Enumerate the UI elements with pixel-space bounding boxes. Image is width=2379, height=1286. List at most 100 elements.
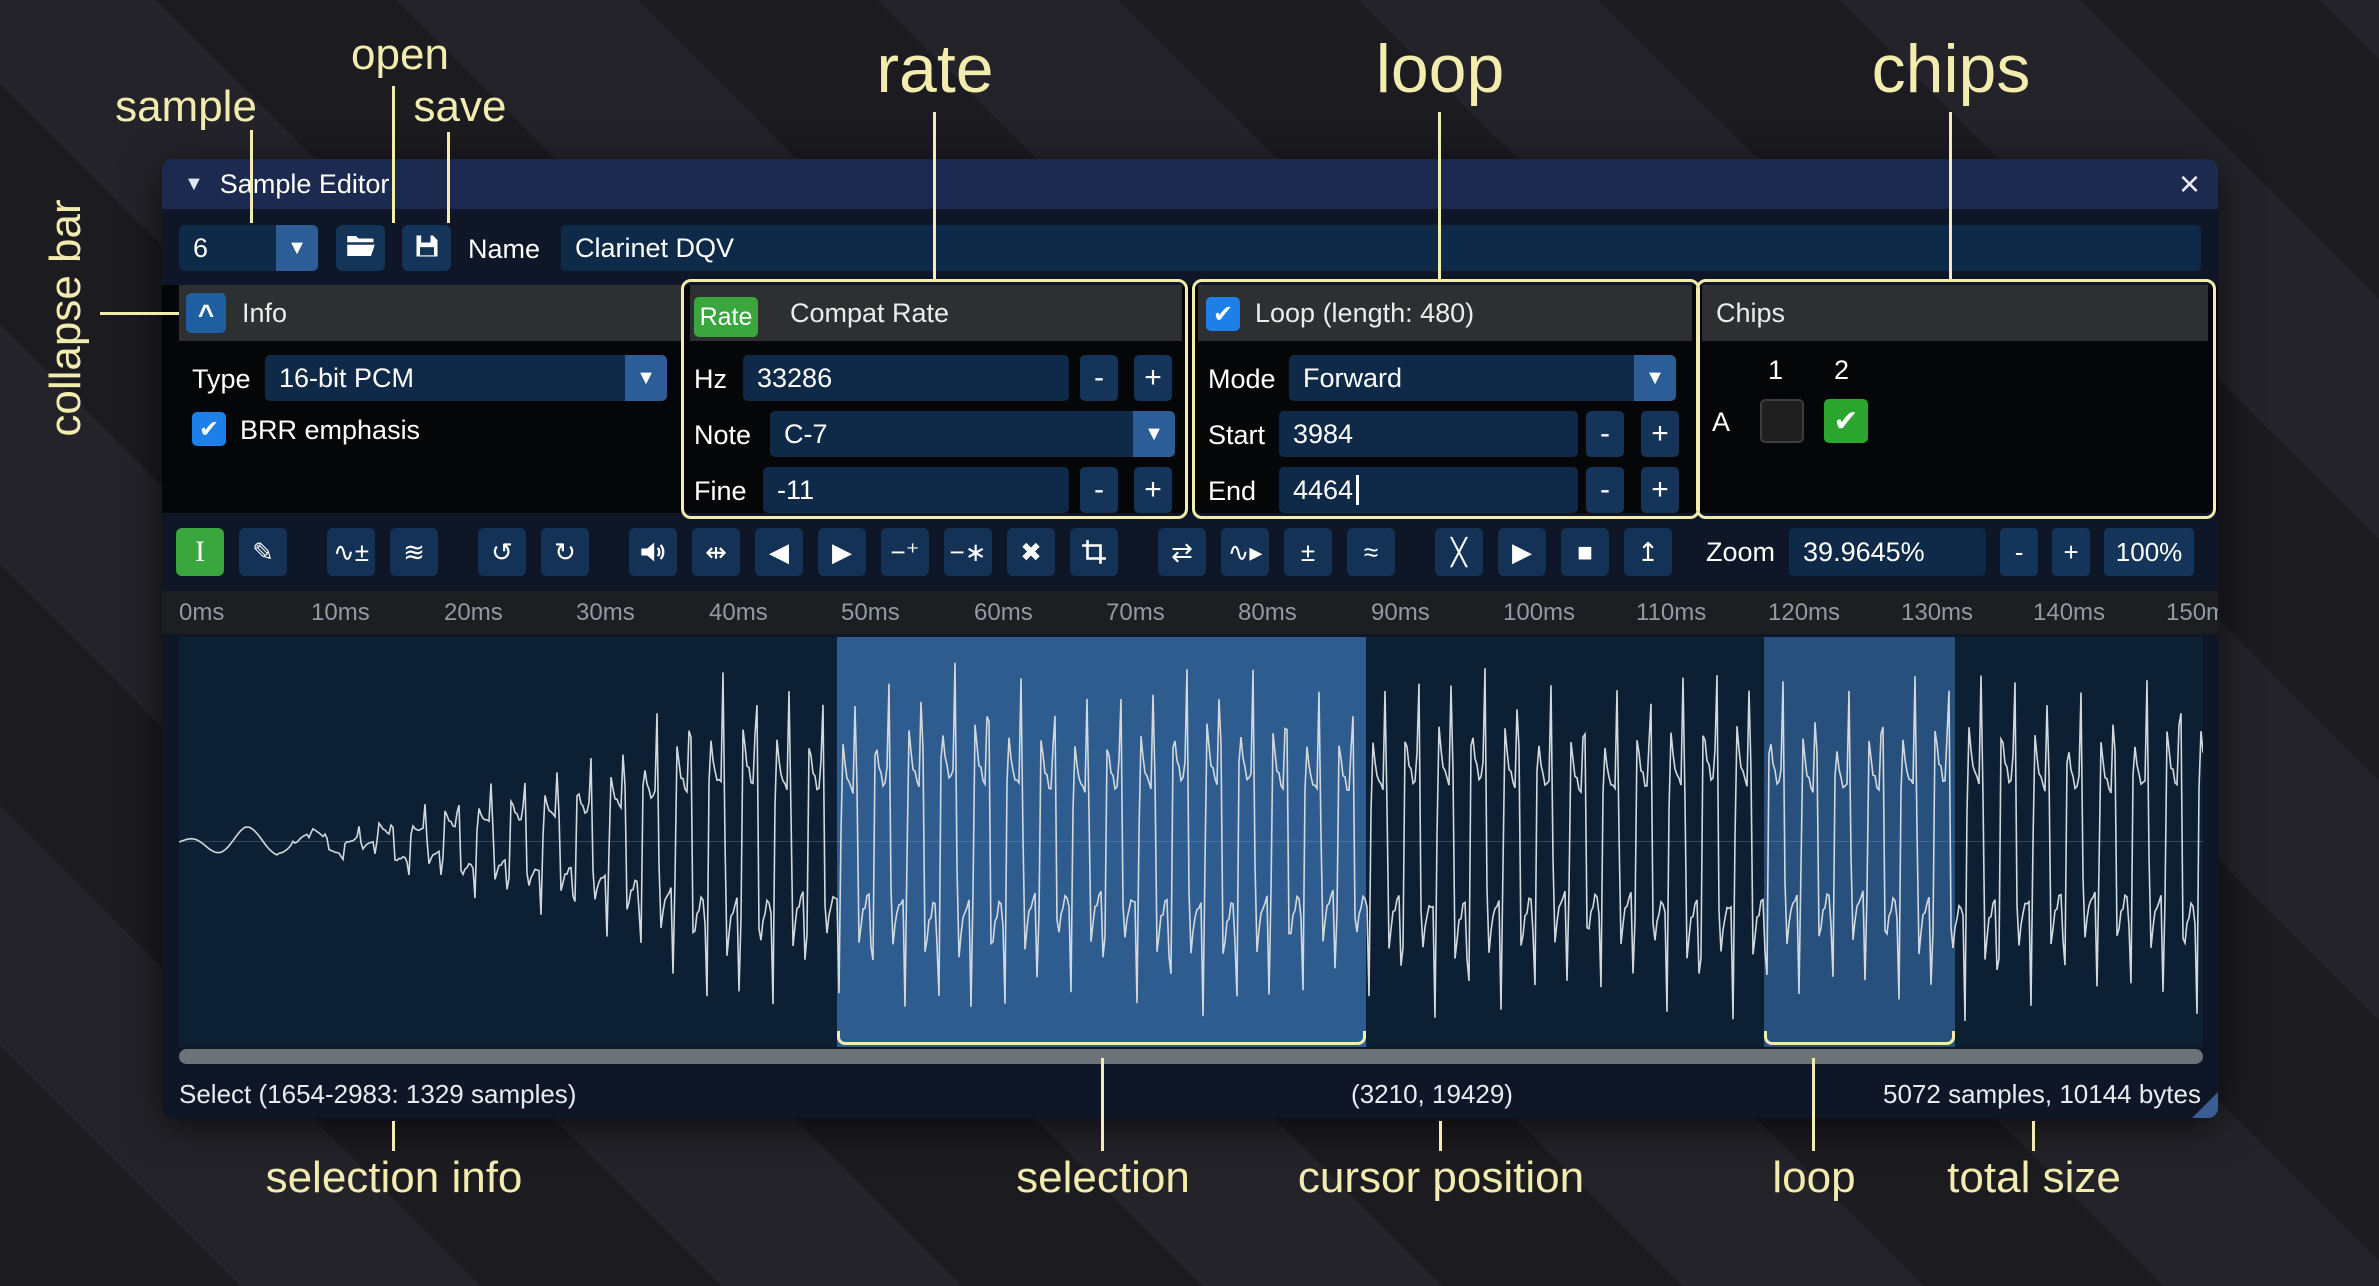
annotation-chips: chips (1801, 30, 2101, 108)
delete-icon[interactable]: ✖ (1007, 528, 1055, 576)
save-button[interactable] (402, 225, 451, 271)
resample-icon[interactable]: ∿± (327, 528, 375, 576)
resize-grip[interactable] (2192, 1092, 2218, 1118)
name-input-value: Clarinet DQV (575, 233, 734, 264)
edit-cursor-icon[interactable]: I (176, 528, 224, 576)
upload-icon[interactable]: ↥ (1624, 528, 1672, 576)
zoom-label: Zoom (1706, 537, 1775, 568)
timeline-label: 10ms (311, 599, 370, 627)
info-panel-header: Info (179, 285, 682, 341)
annotation-line-selection-info (392, 1121, 395, 1151)
timeline-label: 80ms (1238, 599, 1297, 627)
annotation-line-open (392, 86, 395, 223)
sample-select-arrow-icon[interactable]: ▼ (276, 225, 318, 271)
zoom-input[interactable]: 39.9645% (1789, 528, 1986, 576)
resize-icon[interactable]: ⇹ (692, 528, 740, 576)
selection-info-text: Select (1654-2983: 1329 samples) (179, 1079, 576, 1110)
loop-annotation-bracket (1764, 1031, 1955, 1045)
annotation-line-save (447, 132, 450, 223)
sample-select[interactable]: 6 ▼ (179, 225, 318, 271)
info-panel-title: Info (242, 298, 287, 329)
annotation-total-size: total size (1884, 1153, 2184, 1203)
zoom-reset-button[interactable]: 100% (2104, 528, 2194, 576)
zoom-out-button[interactable]: - (2000, 528, 2038, 576)
annotation-collapse-bar: collapse bar (41, 199, 91, 436)
crossfade-icon[interactable]: ╳ (1435, 528, 1483, 576)
loop-panel-outline (1192, 279, 1700, 519)
sign-flip-icon[interactable]: ± (1284, 528, 1332, 576)
timeline-label: 70ms (1106, 599, 1165, 627)
timeline-label: 150ms (2166, 599, 2218, 627)
type-label: Type (192, 364, 251, 395)
timeline-label: 140ms (2033, 599, 2105, 627)
amplify-icon[interactable] (629, 528, 677, 576)
annotation-selection: selection (953, 1153, 1253, 1203)
annotation-line-loop (1438, 112, 1441, 279)
timeline-label: 30ms (576, 599, 635, 627)
insert-silence-icon[interactable]: −⁺ (881, 528, 929, 576)
timeline-label: 60ms (974, 599, 1033, 627)
type-select-arrow-icon[interactable]: ▼ (625, 355, 667, 401)
reverse-icon[interactable]: ⇄ (1158, 528, 1206, 576)
waveform-view[interactable] (179, 637, 2203, 1047)
annotation-line-chips (1949, 112, 1952, 279)
rate-panel-outline (681, 279, 1188, 519)
timeline-label: 50ms (841, 599, 900, 627)
timeline-label: 40ms (709, 599, 768, 627)
fade-in-icon[interactable]: ◀ (755, 528, 803, 576)
annotation-rate: rate (785, 30, 1085, 108)
brr-emphasis-checkbox[interactable]: ✔ (192, 412, 226, 446)
zoom-controls: Zoom 39.9645% - + 100% (1706, 528, 2194, 576)
timeline-label: 90ms (1371, 599, 1430, 627)
zoom-value: 39.9645% (1803, 537, 1925, 568)
annotation-line-collapse-bar (100, 312, 179, 315)
annotation-line-total-size (2032, 1121, 2035, 1151)
annotation-selection-info: selection info (244, 1153, 544, 1203)
timeline-label: 130ms (1901, 599, 1973, 627)
open-folder-icon (346, 233, 376, 264)
annotation-line-selection (1101, 1058, 1104, 1151)
trim-icon[interactable] (1070, 528, 1118, 576)
invert-icon[interactable]: ∿▸ (1221, 528, 1269, 576)
annotation-sample: sample (66, 82, 306, 132)
timeline-label: 20ms (444, 599, 503, 627)
stop-preview-icon[interactable]: ■ (1561, 528, 1609, 576)
preview-icon[interactable]: ▶ (1498, 528, 1546, 576)
annotation-line-sample (250, 130, 253, 223)
selection-annotation-bracket (837, 1031, 1366, 1045)
cursor-position-text: (3210, 19429) (1351, 1079, 1513, 1110)
annotation-line-rate (933, 112, 936, 279)
annotation-loop: loop (1290, 30, 1590, 108)
waveform-scrollbar[interactable] (179, 1049, 2203, 1064)
titlebar[interactable]: ▼ Sample Editor × (162, 159, 2218, 209)
zoom-in-button[interactable]: + (2052, 528, 2090, 576)
timeline-label: 100ms (1503, 599, 1575, 627)
fade-out-icon[interactable]: ▶ (818, 528, 866, 576)
window-title: Sample Editor (220, 169, 390, 200)
waveform-plot (179, 637, 2203, 1047)
brr-emphasis-label: BRR emphasis (240, 415, 420, 446)
sample-select-value: 6 (193, 233, 208, 264)
filter-icon[interactable]: ≈ (1347, 528, 1395, 576)
annotation-save: save (360, 82, 560, 132)
timeline-ruler[interactable]: 0ms 10ms 20ms 30ms 40ms 50ms 60ms 70ms 8… (162, 591, 2218, 634)
wavetable-icon[interactable]: ≋ (390, 528, 438, 576)
type-select[interactable]: 16-bit PCM ▼ (265, 355, 667, 401)
undo-icon[interactable]: ↺ (478, 528, 526, 576)
info-collapse-button[interactable]: ^ (186, 293, 226, 333)
annotation-cursor-position: cursor position (1291, 1153, 1591, 1203)
redo-icon[interactable]: ↻ (541, 528, 589, 576)
total-size-text: 5072 samples, 10144 bytes (1883, 1079, 2201, 1110)
name-label: Name (468, 234, 540, 265)
apply-silence-icon[interactable]: −∗ (944, 528, 992, 576)
open-button[interactable] (336, 225, 385, 271)
timeline-label: 110ms (1636, 599, 1706, 627)
draw-icon[interactable]: ✎ (239, 528, 287, 576)
annotation-line-cursor-position (1439, 1121, 1442, 1151)
type-select-value: 16-bit PCM (279, 363, 414, 394)
annotation-line-loop-bottom (1812, 1058, 1815, 1151)
window-collapse-icon[interactable]: ▼ (184, 173, 204, 196)
close-icon[interactable]: × (2179, 167, 2200, 201)
name-input[interactable]: Clarinet DQV (561, 225, 2201, 271)
sample-toolbar: I ✎ ∿± ≋ ↺ ↻ ⇹ ◀ ▶ −⁺ −∗ ✖ ⇄ ∿▸ ± ≈ ╳ ▶ … (176, 528, 1672, 576)
